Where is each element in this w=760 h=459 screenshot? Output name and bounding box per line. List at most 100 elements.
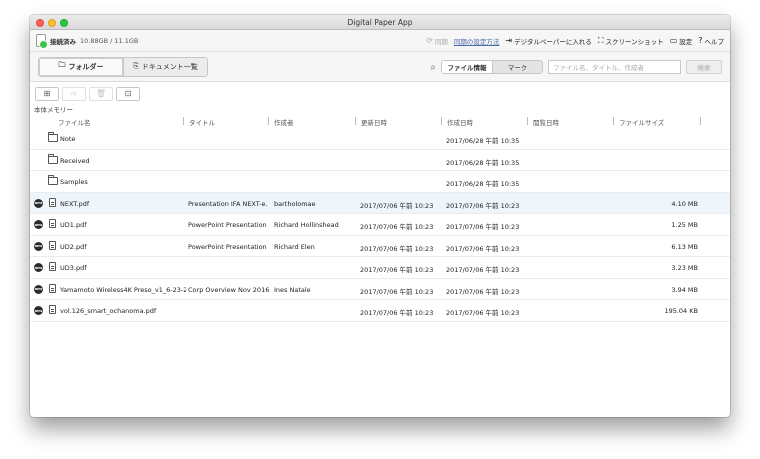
minimize-window-button[interactable]: [48, 19, 56, 27]
column-resize-handle[interactable]: [613, 117, 614, 125]
file-list: Note 2017/06/28 午前 10:35 Received 2017/0…: [30, 128, 730, 322]
screenshot-icon: ⛶: [597, 36, 604, 45]
file-name: NEXT.pdf: [60, 199, 90, 208]
file-size: 3.23 MB: [671, 264, 698, 272]
file-size: 195.04 KB: [664, 307, 698, 315]
pdf-file-icon: [49, 283, 56, 293]
move-icon: ⇨: [70, 89, 78, 98]
trash-icon: 🗑: [95, 89, 107, 98]
table-row[interactable]: Samples 2017/06/28 午前 10:35: [30, 171, 730, 193]
file-author: Richard Elen: [274, 242, 315, 251]
new-folder-button[interactable]: ⊞: [35, 86, 59, 101]
table-row[interactable]: NEW UD3.pdf 2017/07/06 午前 10:23 2017/07/…: [30, 257, 730, 279]
new-badge-icon: NEW: [34, 198, 43, 208]
search-area: ⌕ ファイル情報 マーク ファイル名、タイトル、作成者 検索: [430, 57, 722, 77]
add-to-paper-button[interactable]: ⇥ デジタルペーパーに入れる: [505, 36, 592, 47]
file-modified: 2017/07/06 午前 10:23: [360, 223, 434, 231]
new-badge-icon: NEW: [34, 284, 43, 294]
table-row[interactable]: Note 2017/06/28 午前 10:35: [30, 128, 730, 150]
column-resize-handle[interactable]: [700, 117, 701, 125]
file-modified: 2017/07/06 午前 10:23: [360, 244, 434, 253]
connection-status: 接続済み: [50, 37, 76, 46]
add-to-paper-label: デジタルペーパーに入れる: [514, 38, 592, 46]
column-author[interactable]: 作成者: [274, 117, 294, 127]
file-title: PowerPoint Presentation: [188, 242, 267, 251]
search-input[interactable]: ファイル名、タイトル、作成者: [548, 60, 681, 74]
file-created: 2017/07/06 午前 10:23: [446, 287, 520, 296]
search-button[interactable]: 検索: [686, 60, 722, 74]
tab-documents[interactable]: ⎘ ドキュメント一覧: [123, 57, 207, 76]
folder-icon: [48, 132, 58, 142]
screenshot-label: スクリーンショット: [605, 38, 664, 46]
table-row[interactable]: NEW NEXT.pdf Presentation IFA NEXT-e... …: [30, 192, 730, 214]
pdf-file-icon: [49, 197, 56, 207]
file-title: PowerPoint Presentation: [188, 221, 267, 229]
file-created: 2017/07/06 午前 10:23: [446, 244, 520, 253]
search-mode-switcher: ファイル情報 マーク: [441, 60, 543, 74]
search-mode-mark[interactable]: マーク: [492, 61, 542, 73]
tab-folder[interactable]: 🗀 フォルダー: [39, 57, 123, 76]
help-button[interactable]: ? ヘルプ: [698, 36, 724, 47]
settings-icon: ▭: [669, 36, 678, 45]
folder-action-button[interactable]: ⊡: [116, 86, 140, 101]
zoom-window-button[interactable]: [60, 19, 68, 27]
new-badge-icon: NEW: [34, 306, 43, 315]
import-icon: ⇥: [505, 36, 513, 45]
file-name: Received: [60, 156, 90, 165]
column-resize-handle[interactable]: [527, 117, 528, 125]
file-created: 2017/07/06 午前 10:23: [446, 201, 520, 210]
sync-icon: ⟳: [426, 36, 433, 45]
app-window: Digital Paper App 接続済み 10.88GB / 11.1GB …: [30, 15, 730, 417]
file-size: 6.13 MB: [671, 242, 698, 251]
column-size[interactable]: ファイルサイズ: [619, 117, 664, 127]
column-title[interactable]: タイトル: [189, 117, 215, 127]
tab-folder-label: フォルダー: [68, 62, 104, 71]
move-button[interactable]: ⇨: [62, 86, 86, 101]
table-row[interactable]: NEW vol.126_smart_ochanoma.pdf 2017/07/0…: [30, 300, 730, 322]
file-tools: ⊞ ⇨ 🗑 ⊡: [30, 85, 730, 102]
table-row[interactable]: NEW UD1.pdf PowerPoint Presentation Rich…: [30, 214, 730, 236]
table-row[interactable]: NEW UD2.pdf PowerPoint Presentation Rich…: [30, 236, 730, 257]
column-resize-handle[interactable]: [183, 117, 184, 125]
column-created[interactable]: 作成日時: [447, 117, 473, 127]
sync-settings-link[interactable]: 同期の設定方法: [454, 36, 500, 46]
pdf-file-icon: [49, 262, 56, 271]
column-filename[interactable]: ファイル名: [58, 117, 91, 127]
settings-button[interactable]: ▭ 設定: [669, 36, 693, 47]
tab-documents-label: ドキュメント一覧: [141, 62, 198, 71]
column-resize-handle[interactable]: [441, 117, 442, 125]
close-window-button[interactable]: [36, 19, 44, 27]
settings-label: 設定: [679, 38, 693, 46]
folder-icon: 🗀: [58, 61, 66, 69]
new-badge-icon: NEW: [34, 220, 43, 229]
help-icon: ?: [698, 36, 703, 45]
column-resize-handle[interactable]: [355, 117, 356, 125]
table-row[interactable]: NEW Yamamoto Wireless4K Preso_v1_6-23-2.…: [30, 279, 730, 300]
column-viewed[interactable]: 閲覧日時: [533, 117, 559, 127]
column-modified[interactable]: 更新日時: [361, 117, 387, 127]
file-created: 2017/06/28 午前 10:35: [446, 180, 520, 188]
file-modified: 2017/07/06 午前 10:23: [360, 287, 434, 296]
view-switcher: 🗀 フォルダー ⎘ ドキュメント一覧: [38, 56, 208, 77]
sync-button[interactable]: ⟳ 同期: [426, 36, 448, 47]
file-title: Corp Overview Nov 2016 ...: [188, 285, 270, 294]
file-size: 3.94 MB: [671, 285, 698, 294]
file-created: 2017/06/28 午前 10:35: [446, 158, 520, 167]
search-mode-file-info[interactable]: ファイル情報: [442, 61, 492, 73]
screenshot-button[interactable]: ⛶ スクリーンショット: [597, 36, 664, 47]
file-author: bartholomae: [274, 199, 316, 208]
pdf-file-icon: [49, 240, 56, 250]
file-name: Samples: [60, 178, 88, 186]
window-title: Digital Paper App: [347, 17, 413, 27]
column-resize-handle[interactable]: [268, 117, 269, 125]
file-modified: 2017/07/06 午前 10:23: [360, 201, 434, 210]
file-name: UD1.pdf: [60, 221, 87, 229]
folder-icon: [48, 153, 58, 164]
view-toolbar: 🗀 フォルダー ⎘ ドキュメント一覧 ⌕ ファイル情報 マーク ファイル名、タイ…: [30, 52, 730, 82]
new-folder-icon: ⊞: [43, 89, 51, 98]
file-title: Presentation IFA NEXT-e...: [188, 199, 268, 208]
file-modified: 2017/07/06 午前 10:23: [360, 309, 434, 317]
delete-button[interactable]: 🗑: [89, 86, 113, 101]
file-author: Ines Natale: [274, 285, 311, 294]
table-row[interactable]: Received 2017/06/28 午前 10:35: [30, 150, 730, 171]
